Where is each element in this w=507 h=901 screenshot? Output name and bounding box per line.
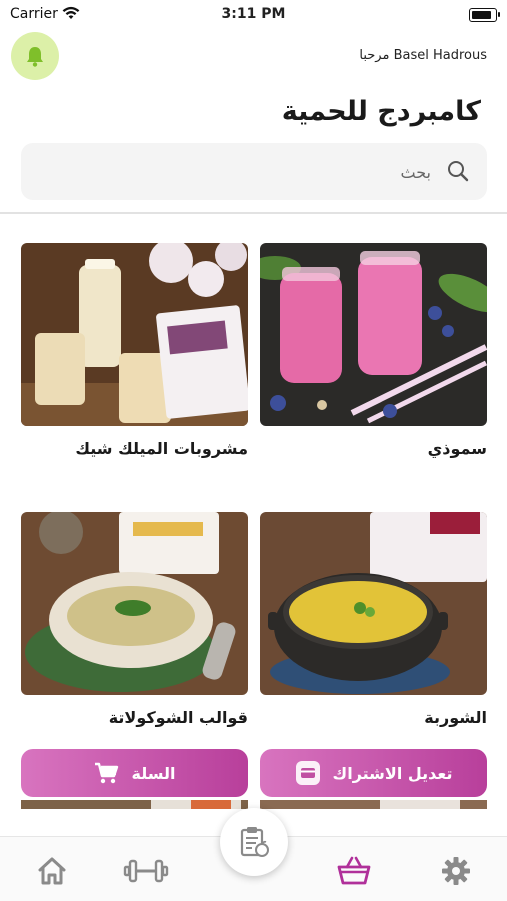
basket-icon — [337, 856, 371, 885]
search-input[interactable] — [49, 156, 433, 188]
smoothie-image — [260, 243, 487, 426]
search-bar[interactable] — [21, 143, 487, 200]
milkshake-image — [21, 243, 248, 426]
home-icon — [38, 857, 66, 885]
clock: 3:11 PM — [221, 6, 286, 22]
nav-workout[interactable] — [122, 851, 170, 891]
greeting-text: مرحبا Basel Hadrous — [359, 48, 487, 63]
bell-icon — [27, 47, 43, 67]
nav-basket[interactable] — [334, 851, 374, 891]
category-label: الشوربة — [424, 708, 487, 727]
status-bar: Carrier 3:11 PM — [0, 0, 507, 30]
battery-icon — [469, 8, 500, 22]
cart-label: السلة — [131, 763, 176, 783]
category-label: سموذي — [427, 439, 487, 458]
cart-button[interactable]: السلة — [21, 749, 248, 797]
nav-settings[interactable] — [436, 851, 476, 891]
next-card-peek — [21, 797, 248, 809]
edit-subscription-label: تعديل الاشتراك — [332, 763, 453, 783]
header-divider — [0, 212, 507, 214]
category-card-chocolate[interactable]: قوالب الشوكولاتة — [21, 512, 248, 727]
category-card-soup[interactable]: الشوربة — [260, 512, 487, 727]
page-title: كامبردج للحمية — [281, 96, 481, 127]
cart-icon — [93, 760, 119, 786]
category-card-milkshake[interactable]: مشروبات الميلك شيك — [21, 243, 248, 458]
category-card-smoothie[interactable]: سموذي — [260, 243, 487, 458]
edit-subscription-button[interactable]: تعديل الاشتراك — [260, 749, 487, 797]
clipboard-apple-icon — [240, 827, 269, 857]
dumbbell-icon — [123, 859, 169, 883]
category-label: مشروبات الميلك شيك — [75, 439, 248, 458]
soup-image — [260, 512, 487, 695]
gear-icon — [442, 857, 470, 885]
next-card-peek — [260, 797, 487, 809]
diet-plan-button[interactable] — [220, 808, 288, 876]
notifications-button[interactable] — [11, 32, 59, 80]
chocolate-image — [21, 512, 248, 695]
nav-home[interactable] — [32, 851, 72, 891]
category-label: قوالب الشوكولاتة — [108, 708, 248, 727]
search-icon — [448, 161, 469, 182]
credit-card-icon — [295, 760, 321, 786]
